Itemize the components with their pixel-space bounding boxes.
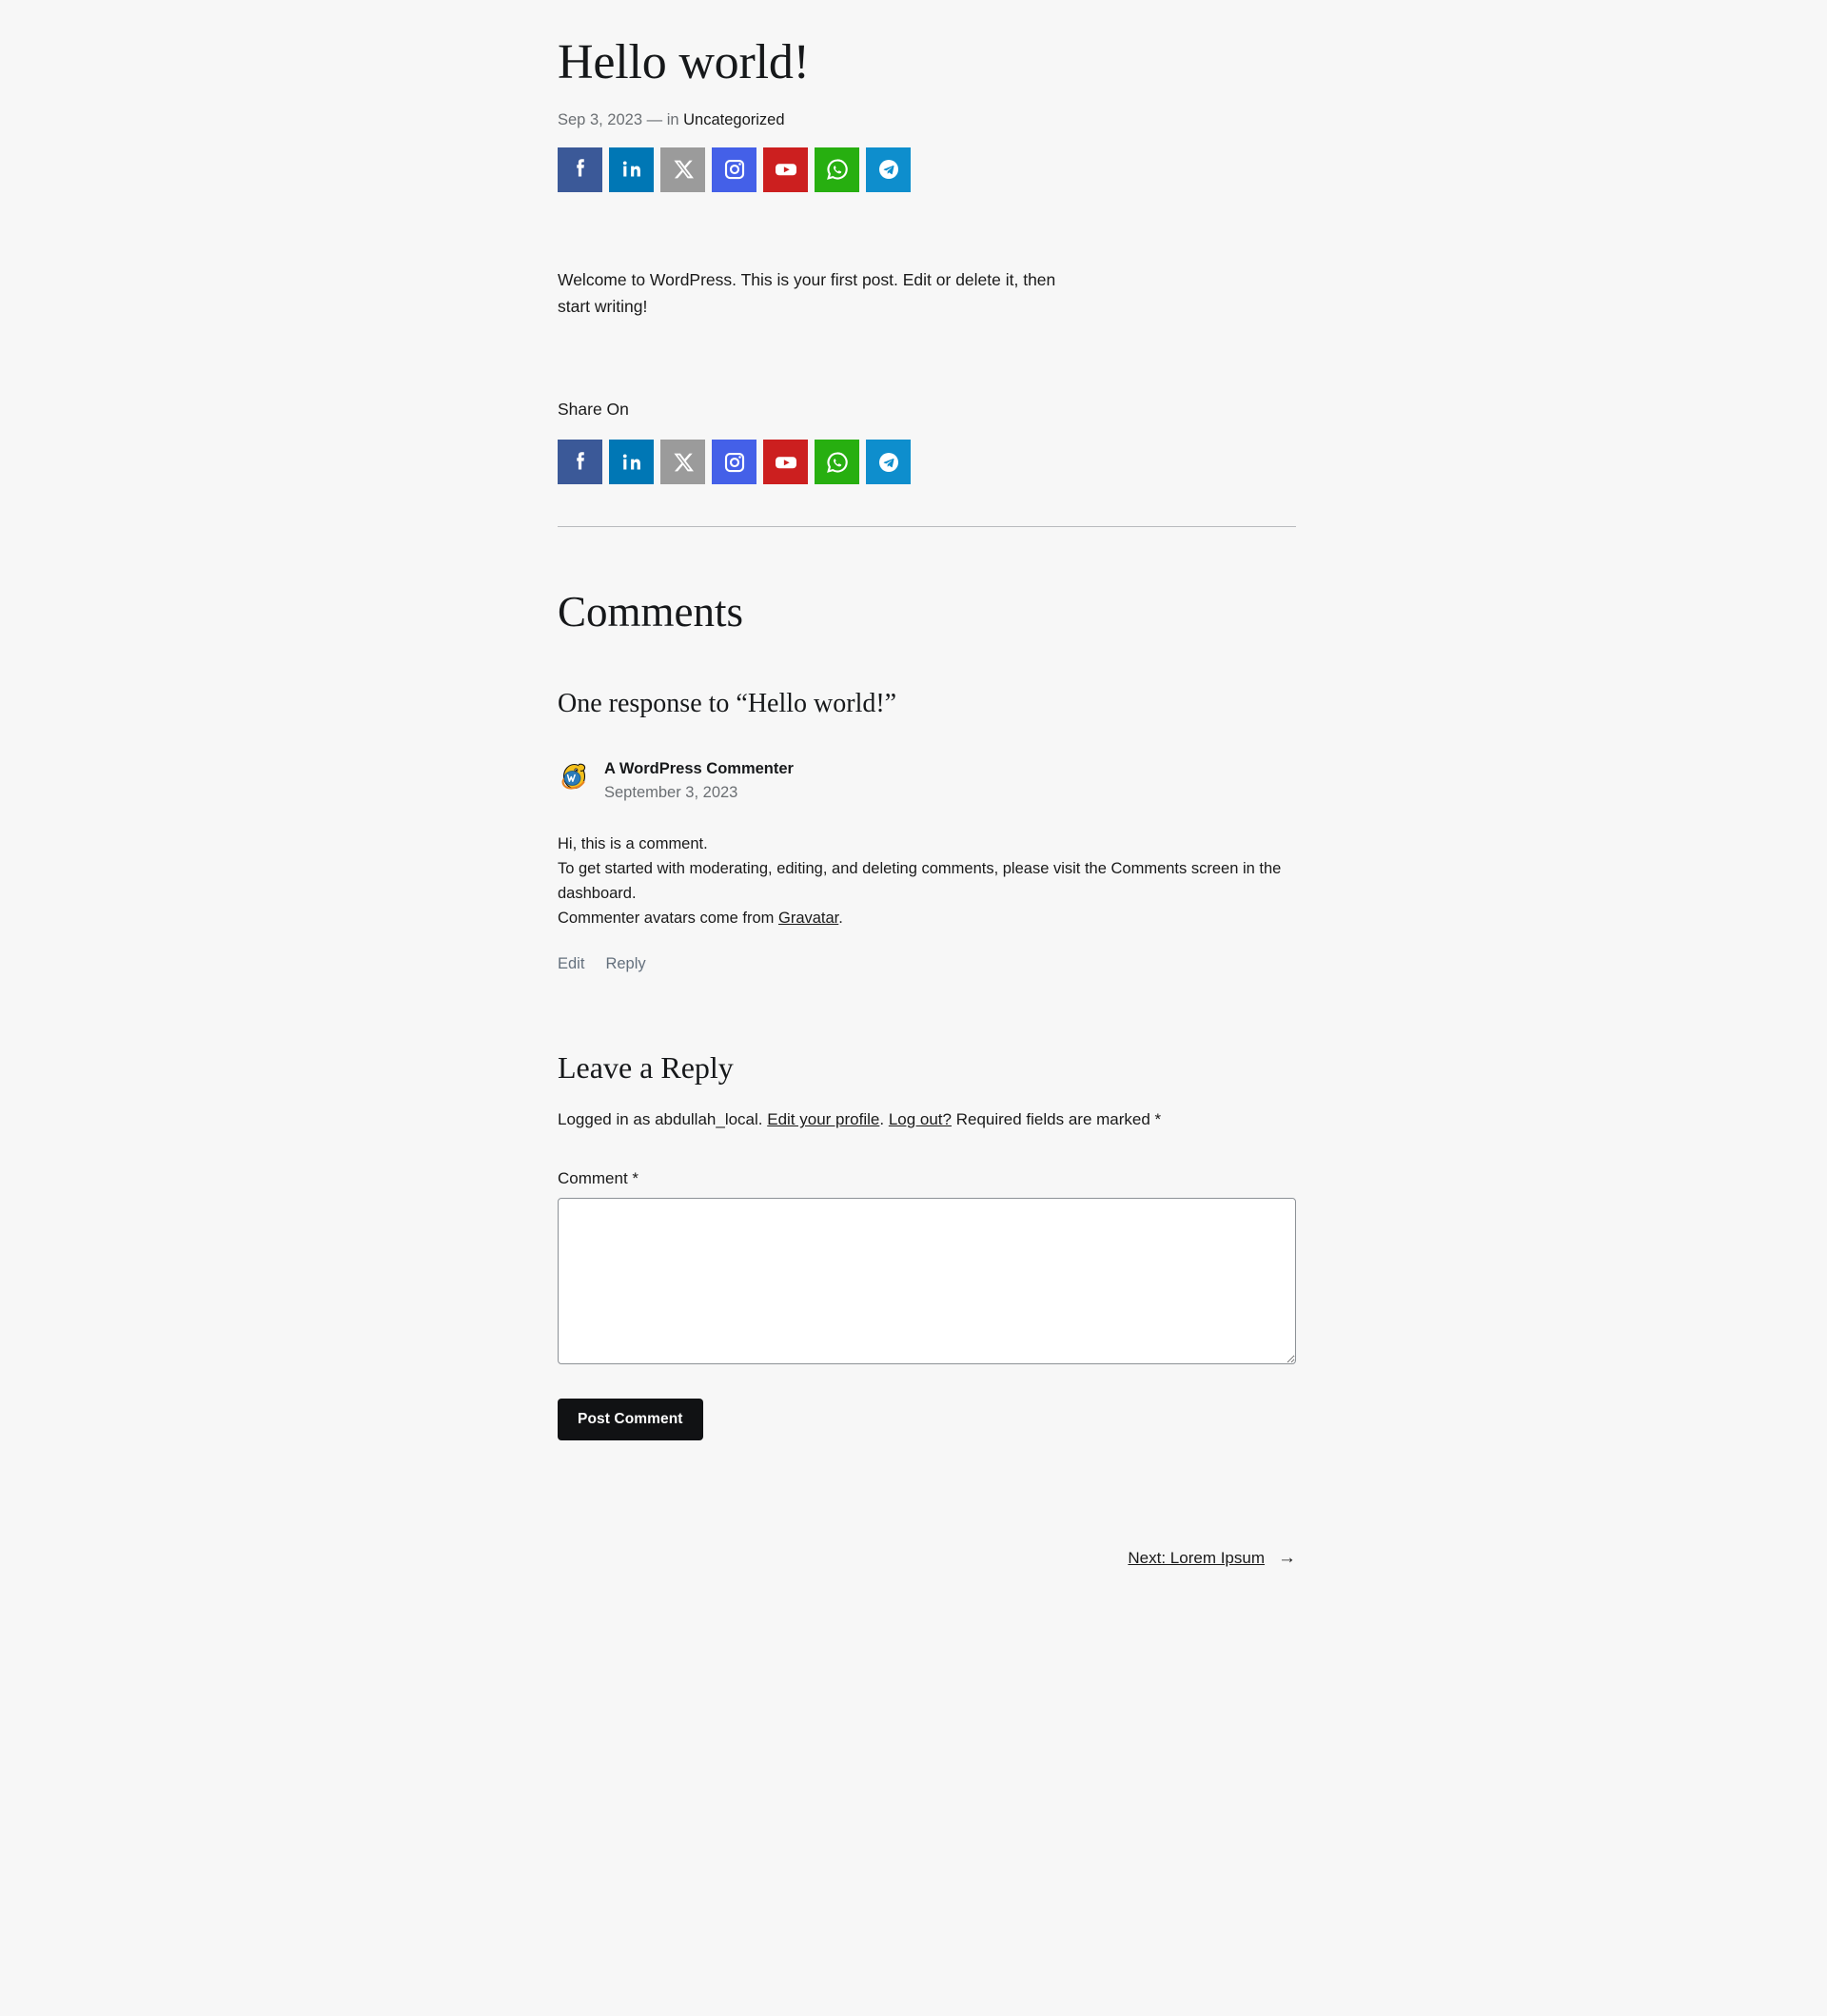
logged-in-notice: Logged in as abdullah_local. Edit your p… — [558, 1106, 1296, 1132]
arrow-right-icon: → — [1278, 1548, 1296, 1569]
comment-item: A WordPress Commenter September 3, 2023 … — [558, 758, 1296, 973]
social-share-row-bottom — [558, 440, 1296, 485]
whatsapp-icon — [823, 448, 852, 477]
share-telegram-button-2[interactable] — [866, 440, 911, 485]
whatsapp-icon — [823, 155, 852, 184]
share-youtube-button-2[interactable] — [763, 440, 808, 485]
comment-line-3-prefix: Commenter avatars come from — [558, 910, 778, 927]
next-post-link[interactable]: Next: Lorem Ipsum — [1128, 1549, 1265, 1568]
comment-edit-link[interactable]: Edit — [558, 955, 584, 973]
comments-section: Comments One response to “Hello world!” — [558, 586, 1296, 973]
share-x-button[interactable] — [660, 147, 705, 192]
logged-in-prefix: Logged in as abdullah_local. — [558, 1110, 768, 1129]
post-comment-button[interactable]: Post Comment — [558, 1398, 703, 1440]
gravatar-link[interactable]: Gravatar — [778, 910, 838, 927]
telegram-icon — [874, 448, 903, 477]
wordpress-mystery-man-avatar-icon — [558, 759, 590, 793]
linkedin-icon — [618, 155, 646, 184]
share-whatsapp-button-2[interactable] — [815, 440, 859, 485]
post-category[interactable]: Uncategorized — [683, 111, 784, 128]
share-facebook-button-2[interactable] — [558, 440, 602, 485]
meta-separator: — — [646, 110, 663, 128]
linkedin-icon — [618, 448, 646, 477]
comment-line-2: To get started with moderating, editing,… — [558, 859, 1282, 902]
comment-author-name: A WordPress Commenter — [604, 759, 794, 777]
comment-input[interactable] — [558, 1197, 1296, 1364]
facebook-icon — [566, 448, 595, 477]
facebook-icon — [566, 155, 595, 184]
post-navigation: Next: Lorem Ipsum → — [558, 1549, 1296, 1568]
comment-author-block: A WordPress Commenter September 3, 2023 — [604, 758, 794, 805]
share-linkedin-button[interactable] — [609, 147, 654, 192]
post-date: Sep 3, 2023 — [558, 110, 642, 128]
telegram-icon — [874, 155, 903, 184]
youtube-icon — [772, 448, 800, 477]
share-on-label: Share On — [558, 400, 629, 420]
logout-link[interactable]: Log out? — [889, 1110, 952, 1128]
share-linkedin-button-2[interactable] — [609, 440, 654, 485]
edit-profile-link[interactable]: Edit your profile — [767, 1110, 879, 1128]
x-twitter-icon — [670, 156, 697, 183]
share-facebook-button[interactable] — [558, 147, 602, 192]
post-content: Welcome to WordPress. This is your first… — [558, 269, 1056, 316]
reply-form: Leave a Reply Logged in as abdullah_loca… — [558, 1049, 1296, 1440]
content-divider — [558, 526, 1296, 528]
post-meta: Sep 3, 2023 — in Uncategorized — [558, 108, 1296, 132]
social-share-row-top — [558, 147, 1296, 192]
share-whatsapp-button[interactable] — [815, 147, 859, 192]
x-twitter-icon — [670, 449, 697, 476]
comments-heading: Comments — [558, 588, 744, 636]
instagram-icon — [720, 155, 749, 184]
required-fields-note: Required fields are marked * — [952, 1110, 1162, 1129]
logged-in-mid: . — [879, 1110, 889, 1129]
comment-field-label: Comment * — [558, 1168, 639, 1187]
page-title: Hello world! — [558, 35, 810, 89]
comment-actions: Edit Reply — [558, 955, 1296, 973]
comment-line-3-suffix: . — [838, 910, 843, 927]
post-page: Hello world! Sep 3, 2023 — in Uncategori… — [0, 0, 1827, 2016]
response-count-heading: One response to “Hello world!” — [558, 689, 897, 719]
instagram-icon — [720, 448, 749, 477]
comment-reply-link[interactable]: Reply — [605, 955, 645, 973]
share-instagram-button[interactable] — [712, 147, 756, 192]
comment-line-1: Hi, this is a comment. — [558, 834, 708, 852]
share-instagram-button-2[interactable] — [712, 440, 756, 485]
share-telegram-button[interactable] — [866, 147, 911, 192]
share-x-button-2[interactable] — [660, 440, 705, 485]
comment-date[interactable]: September 3, 2023 — [604, 782, 737, 805]
youtube-icon — [772, 155, 800, 184]
comment-header: A WordPress Commenter September 3, 2023 — [558, 758, 1296, 805]
content-column: Hello world! Sep 3, 2023 — in Uncategori… — [558, 0, 1296, 1568]
share-youtube-button[interactable] — [763, 147, 808, 192]
leave-a-reply-heading: Leave a Reply — [558, 1050, 734, 1086]
comment-body: Hi, this is a comment. To get started wi… — [558, 832, 1296, 930]
meta-in-label: in — [666, 110, 679, 128]
